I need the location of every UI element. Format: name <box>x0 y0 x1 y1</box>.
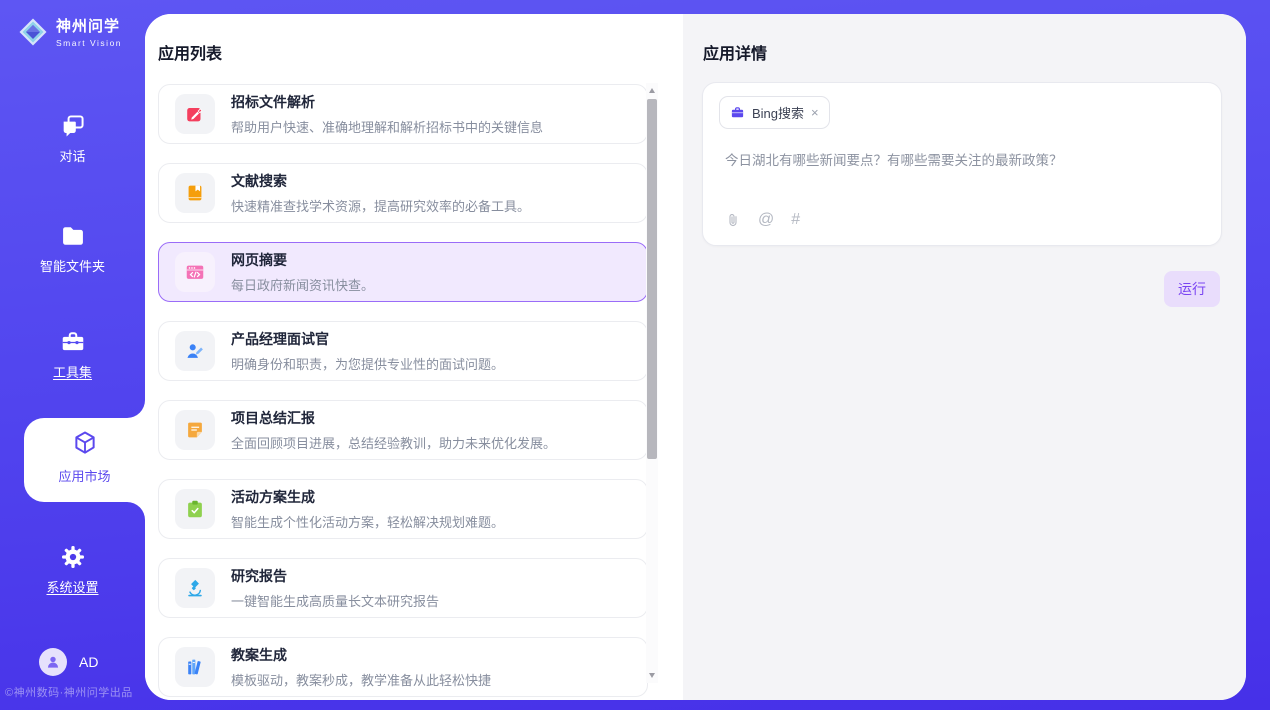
sidebar-item-label: 智能文件夹 <box>0 256 145 275</box>
app-item-title: 网页摘要 <box>231 250 374 270</box>
literature-book-icon <box>184 182 206 204</box>
paperclip-icon[interactable] <box>725 211 741 229</box>
tool-tag-label: Bing搜索 <box>752 103 804 122</box>
app-item-text: 招标文件解析 帮助用户快速、准确地理解和解析招标书中的关键信息 <box>231 92 543 136</box>
app-icon-box <box>175 647 215 687</box>
app-window: 神州问学 Smart Vision 对话 智能文件夹 <box>0 0 1270 714</box>
web-summary-icon <box>184 261 206 283</box>
list-scrollbar[interactable] <box>646 83 658 683</box>
folder-icon <box>59 222 87 250</box>
app-item-desc: 全面回顾项目进展，总结经验教训，助力未来优化发展。 <box>231 433 556 452</box>
app-list-item-bid-parse[interactable]: 招标文件解析 帮助用户快速、准确地理解和解析招标书中的关键信息 <box>158 84 648 144</box>
app-list-item-web-summary[interactable]: 网页摘要 每日政府新闻资讯快查。 <box>158 242 648 302</box>
tool-tag-bing-search[interactable]: Bing搜索 × <box>719 96 830 129</box>
app-icon-box <box>175 173 215 213</box>
copyright-text: ©神州数码·神州问学出品 <box>5 684 133 700</box>
app-list-pane: 应用列表 招标文件解析 帮助用户快速、准确地理解和解析招标书中的关键信息 <box>145 14 683 700</box>
app-icon-box <box>175 410 215 450</box>
app-item-desc: 每日政府新闻资讯快查。 <box>231 275 374 294</box>
sidebar-item-smart-folder[interactable]: 智能文件夹 <box>0 222 145 275</box>
app-item-desc: 明确身份和职责，为您提供专业性的面试问题。 <box>231 354 504 373</box>
user-account[interactable]: AD <box>39 648 98 676</box>
briefcase-icon <box>730 105 745 120</box>
person-icon <box>44 653 62 671</box>
chat-icon <box>59 112 87 140</box>
sidebar-item-label: 工具集 <box>0 362 145 381</box>
user-initials: AD <box>79 654 98 670</box>
app-detail-pane: 应用详情 Bing搜索 × 今日湖北有哪些新闻要点？有哪些需要关注的最新政策？ <box>683 14 1246 700</box>
app-item-desc: 快速精准查找学术资源，提高研究效率的必备工具。 <box>231 196 530 215</box>
app-item-desc: 智能生成个性化活动方案，轻松解决规划难题。 <box>231 512 504 531</box>
app-item-title: 活动方案生成 <box>231 487 504 507</box>
brand-text: 神州问学 Smart Vision <box>56 15 122 48</box>
app-list-item-project-summary[interactable]: 项目总结汇报 全面回顾项目进展，总结经验教训，助力未来优化发展。 <box>158 400 648 460</box>
bid-parse-icon <box>184 103 206 125</box>
app-item-title: 研究报告 <box>231 566 439 586</box>
app-icon-box <box>175 252 215 292</box>
prompt-card: Bing搜索 × 今日湖北有哪些新闻要点？有哪些需要关注的最新政策？ @ # <box>702 82 1222 246</box>
scrollbar-down-arrow-icon[interactable] <box>649 673 655 678</box>
hash-icon[interactable]: # <box>791 212 800 228</box>
app-item-text: 项目总结汇报 全面回顾项目进展，总结经验教训，助力未来优化发展。 <box>231 408 556 452</box>
app-list-item-literature-search[interactable]: 文献搜索 快速精准查找学术资源，提高研究效率的必备工具。 <box>158 163 648 223</box>
app-item-title: 教案生成 <box>231 645 491 665</box>
app-list: 招标文件解析 帮助用户快速、准确地理解和解析招标书中的关键信息 文献搜索 <box>158 84 648 700</box>
sidebar-item-settings[interactable]: 系统设置 <box>0 543 145 596</box>
app-item-title: 项目总结汇报 <box>231 408 556 428</box>
prompt-toolbar: @ # <box>725 211 800 229</box>
brand-name: 神州问学 <box>56 15 122 36</box>
app-icon-box <box>175 94 215 134</box>
app-list-title: 应用列表 <box>158 40 222 64</box>
app-list-item-lesson-plan[interactable]: 教案生成 模板驱动，教案秒成，教学准备从此轻松快捷 <box>158 637 648 697</box>
cube-icon <box>71 429 99 457</box>
app-item-desc: 一键智能生成高质量长文本研究报告 <box>231 591 439 610</box>
app-item-text: 研究报告 一键智能生成高质量长文本研究报告 <box>231 566 439 610</box>
app-item-title: 文献搜索 <box>231 171 530 191</box>
app-detail-title: 应用详情 <box>703 40 767 64</box>
app-icon-box <box>175 489 215 529</box>
app-icon-box <box>175 331 215 371</box>
app-item-text: 网页摘要 每日政府新闻资讯快查。 <box>231 250 374 294</box>
mention-icon[interactable]: @ <box>758 212 774 228</box>
app-item-desc: 模板驱动，教案秒成，教学准备从此轻松快捷 <box>231 670 491 689</box>
sidebar-item-toolset[interactable]: 工具集 <box>0 328 145 381</box>
sidebar-item-label: 应用市场 <box>24 466 145 485</box>
app-item-text: 活动方案生成 智能生成个性化活动方案，轻松解决规划难题。 <box>231 487 504 531</box>
app-item-desc: 帮助用户快速、准确地理解和解析招标书中的关键信息 <box>231 117 543 136</box>
brand-diamond-icon <box>18 17 48 47</box>
sidebar-item-app-market[interactable]: 应用市场 <box>24 418 145 502</box>
app-item-text: 产品经理面试官 明确身份和职责，为您提供专业性的面试问题。 <box>231 329 504 373</box>
main-panel: 应用列表 招标文件解析 帮助用户快速、准确地理解和解析招标书中的关键信息 <box>145 14 1246 700</box>
gear-icon <box>59 543 87 571</box>
app-item-title: 招标文件解析 <box>231 92 543 112</box>
activity-clipboard-icon <box>184 498 206 520</box>
sidebar-item-label: 对话 <box>0 146 145 165</box>
app-list-item-activity-plan[interactable]: 活动方案生成 智能生成个性化活动方案，轻松解决规划难题。 <box>158 479 648 539</box>
pm-interviewer-icon <box>184 340 206 362</box>
lesson-books-icon <box>184 656 206 678</box>
app-item-text: 教案生成 模板驱动，教案秒成，教学准备从此轻松快捷 <box>231 645 491 689</box>
brand-logo: 神州问学 Smart Vision <box>18 15 122 48</box>
avatar <box>39 648 67 676</box>
app-item-text: 文献搜索 快速精准查找学术资源，提高研究效率的必备工具。 <box>231 171 530 215</box>
scrollbar-up-arrow-icon[interactable] <box>649 88 655 93</box>
app-item-title: 产品经理面试官 <box>231 329 504 349</box>
app-icon-box <box>175 568 215 608</box>
scrollbar-thumb[interactable] <box>647 99 657 459</box>
toolbox-icon <box>59 328 87 356</box>
brand-subtitle: Smart Vision <box>56 38 122 48</box>
run-button[interactable]: 运行 <box>1164 271 1220 307</box>
prompt-input[interactable]: 今日湖北有哪些新闻要点？有哪些需要关注的最新政策？ <box>725 151 1195 171</box>
app-list-item-research-report[interactable]: 研究报告 一键智能生成高质量长文本研究报告 <box>158 558 648 618</box>
sidebar: 神州问学 Smart Vision 对话 智能文件夹 <box>0 0 145 710</box>
project-note-icon <box>184 419 206 441</box>
research-report-icon <box>184 577 206 599</box>
app-list-item-pm-interviewer[interactable]: 产品经理面试官 明确身份和职责，为您提供专业性的面试问题。 <box>158 321 648 381</box>
close-icon[interactable]: × <box>811 106 819 119</box>
sidebar-item-chat[interactable]: 对话 <box>0 112 145 165</box>
sidebar-item-label: 系统设置 <box>0 577 145 596</box>
